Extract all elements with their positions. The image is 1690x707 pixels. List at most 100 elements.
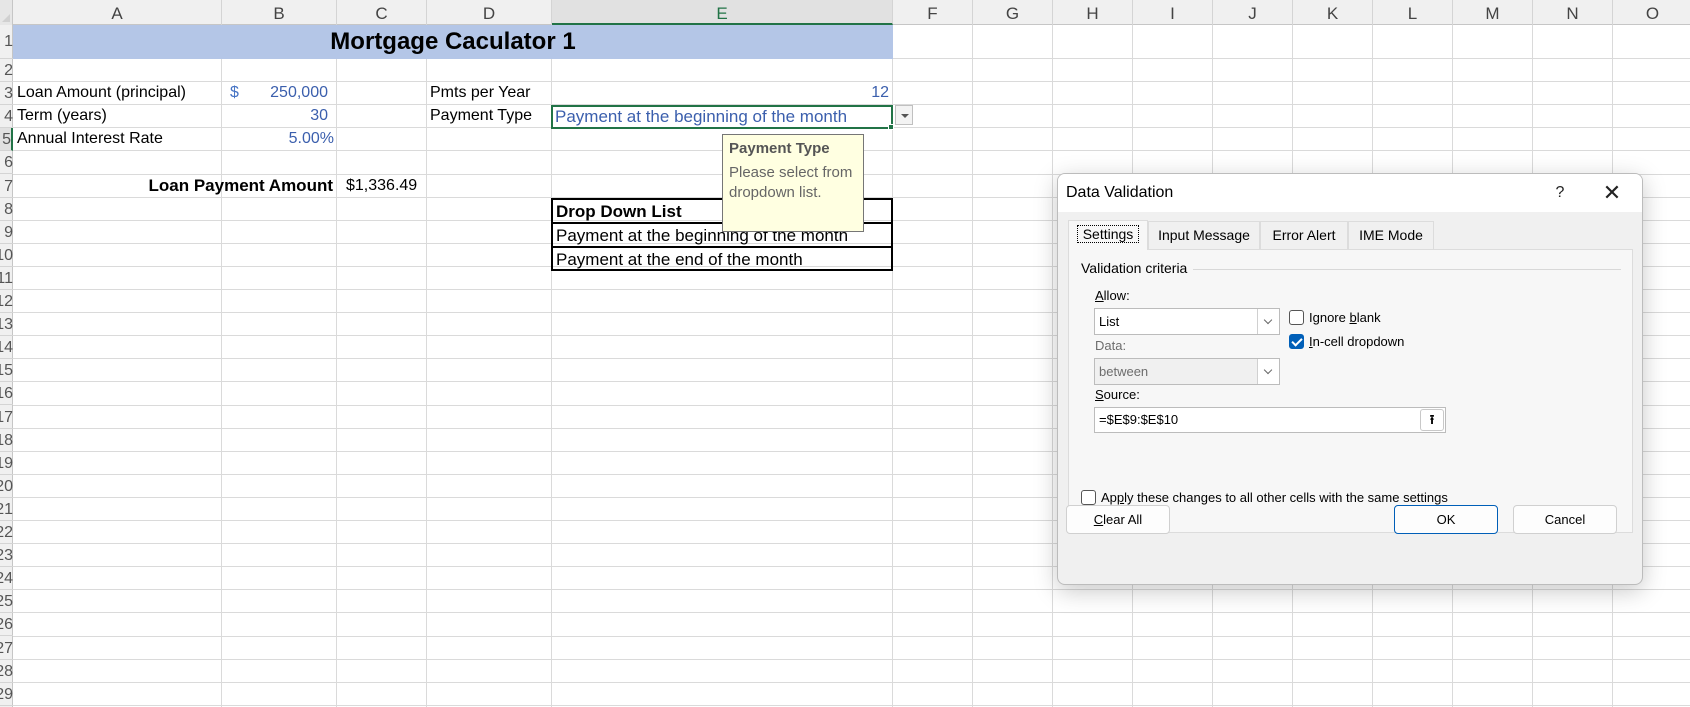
cell-B4[interactable]: 250,000: [222, 82, 328, 104]
column-header-l[interactable]: L: [1373, 0, 1453, 25]
source-input[interactable]: =$E$9:$E$10 ⭱: [1094, 407, 1446, 433]
cell-dropdown-arrow-icon[interactable]: [895, 105, 913, 125]
allow-label: Allow:: [1095, 288, 1130, 303]
data-select-value: between: [1099, 364, 1149, 379]
row-header-21[interactable]: 21: [0, 498, 13, 521]
row-header-17[interactable]: 17: [0, 406, 13, 429]
column-header-e[interactable]: E: [552, 0, 893, 25]
gridline: [13, 589, 1690, 591]
column-header-j[interactable]: J: [1213, 0, 1293, 25]
tab-ime-mode[interactable]: IME Mode: [1348, 221, 1434, 249]
ok-button[interactable]: OK: [1394, 505, 1498, 534]
gridline: [13, 704, 1690, 706]
row-header-27[interactable]: 27: [0, 637, 13, 660]
source-input-value: =$E$9:$E$10: [1099, 412, 1179, 427]
column-header-i[interactable]: I: [1133, 0, 1213, 25]
row-header-6[interactable]: 6: [0, 151, 13, 175]
row-header-22[interactable]: 22: [0, 521, 13, 545]
in-cell-dropdown-label[interactable]: In-cell dropdown: [1309, 334, 1404, 349]
row-header-2[interactable]: 2: [0, 59, 13, 83]
validation-criteria-label: Validation criteria: [1081, 260, 1194, 276]
column-header-b[interactable]: B: [222, 0, 337, 25]
tab-input-message[interactable]: Input Message: [1148, 221, 1260, 249]
close-icon[interactable]: ✕: [1598, 180, 1626, 206]
column-header-o[interactable]: O: [1613, 0, 1690, 25]
column-header-m[interactable]: M: [1453, 0, 1533, 25]
data-label: Data:: [1095, 338, 1127, 353]
fill-handle[interactable]: [888, 124, 894, 130]
gridline: [13, 612, 1690, 614]
source-label: Source:: [1095, 387, 1140, 402]
cell-E4[interactable]: 12: [552, 82, 889, 104]
gridline: [13, 658, 1690, 660]
data-select: between: [1094, 358, 1280, 385]
row-header-3[interactable]: 3: [0, 82, 13, 106]
tab-settings[interactable]: Settings: [1068, 220, 1148, 250]
select-all-corner[interactable]: [0, 0, 13, 25]
dialog-titlebar[interactable]: Data Validation ? ✕: [1058, 174, 1642, 212]
column-header-n[interactable]: N: [1533, 0, 1613, 25]
column-header-d[interactable]: D: [427, 0, 552, 25]
dialog-title: Data Validation: [1066, 184, 1174, 201]
cell-A4[interactable]: Loan Amount (principal): [17, 82, 186, 104]
in-cell-dropdown-checkbox[interactable]: [1289, 334, 1304, 349]
row-header-26[interactable]: 26: [0, 613, 13, 637]
row-header-28[interactable]: 28: [0, 660, 13, 683]
row-header-14[interactable]: 14: [0, 336, 13, 360]
row-header-29[interactable]: 29: [0, 683, 13, 706]
row-header-23[interactable]: 23: [0, 544, 13, 568]
apply-all-label[interactable]: Apply these changes to all other cells w…: [1101, 490, 1448, 505]
cell-B6[interactable]: 5.00%: [222, 128, 334, 150]
cell-D4[interactable]: Pmts per Year: [430, 82, 531, 104]
gridline: [13, 635, 1690, 637]
ignore-blank-checkbox[interactable]: [1289, 310, 1304, 325]
row-header-15[interactable]: 15: [0, 359, 13, 383]
column-header-k[interactable]: K: [1293, 0, 1373, 25]
gridline: [13, 681, 1690, 683]
row-header-19[interactable]: 19: [0, 452, 13, 475]
cancel-button[interactable]: Cancel: [1513, 505, 1617, 534]
input-message-tooltip: Payment Type Please select from dropdown…: [722, 134, 864, 232]
row-header-13[interactable]: 13: [0, 313, 13, 337]
row-header-10[interactable]: 10: [0, 244, 13, 267]
cell-E5[interactable]: Payment at the beginning of the month: [555, 106, 847, 128]
row-header-25[interactable]: 25: [0, 590, 13, 614]
row-header-20[interactable]: 20: [0, 475, 13, 498]
help-icon[interactable]: ?: [1548, 181, 1572, 205]
data-validation-dialog: Data Validation ? ✕ Settings Input Messa…: [1057, 173, 1643, 585]
column-header-f[interactable]: F: [893, 0, 973, 25]
tooltip-title: Payment Type: [729, 140, 830, 157]
tab-error-alert[interactable]: Error Alert: [1260, 221, 1348, 249]
row-header-11[interactable]: 11: [0, 267, 13, 290]
collapse-dialog-icon[interactable]: ⭱: [1420, 409, 1444, 431]
chevron-down-icon: [1257, 359, 1279, 384]
cell-A6[interactable]: Annual Interest Rate: [17, 128, 163, 150]
cell-A5[interactable]: Term (years): [17, 105, 107, 127]
row-header-18[interactable]: 18: [0, 429, 13, 452]
row-header-16[interactable]: 16: [0, 382, 13, 406]
column-header-c[interactable]: C: [337, 0, 427, 25]
row-header-12[interactable]: 12: [0, 290, 13, 314]
row-header-24[interactable]: 24: [0, 567, 13, 591]
column-header-a[interactable]: A: [13, 0, 222, 25]
row-header-9[interactable]: 9: [0, 221, 13, 244]
cell-B5[interactable]: 30: [222, 105, 328, 127]
column-header-h[interactable]: H: [1053, 0, 1133, 25]
column-header-g[interactable]: G: [973, 0, 1053, 25]
apply-all-checkbox[interactable]: [1081, 490, 1096, 505]
row-header-1[interactable]: 1: [0, 25, 13, 59]
allow-select[interactable]: List: [1094, 308, 1280, 335]
cell-C8[interactable]: $1,336.49: [346, 175, 417, 197]
dropdown-list-item[interactable]: Payment at the end of the month: [553, 248, 891, 272]
row-header-4[interactable]: 4: [0, 105, 13, 129]
ignore-blank-label[interactable]: Ignore blank: [1309, 310, 1381, 325]
row-header-7[interactable]: 7: [0, 175, 13, 198]
chevron-down-icon[interactable]: [1257, 309, 1279, 334]
row-header-5[interactable]: 5: [0, 128, 13, 152]
tab-settings-label: Settings: [1076, 225, 1140, 243]
cell-loan-payment-label[interactable]: Loan Payment Amount: [13, 175, 334, 197]
cell-D5[interactable]: Payment Type: [430, 105, 532, 127]
row-header-8[interactable]: 8: [0, 198, 13, 221]
clear-all-button[interactable]: Clear All: [1066, 505, 1170, 534]
sheet-title[interactable]: Mortgage Caculator 1: [13, 25, 893, 59]
